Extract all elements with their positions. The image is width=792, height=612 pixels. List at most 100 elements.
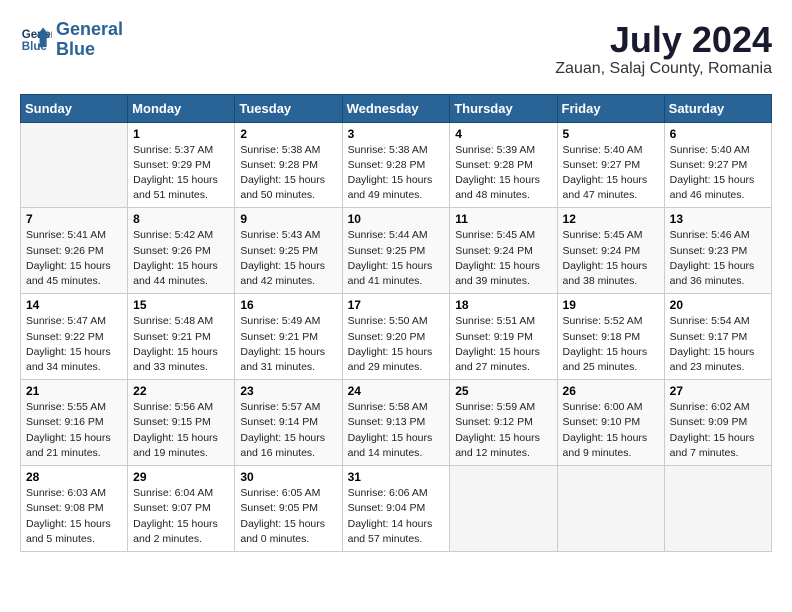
header-wednesday: Wednesday xyxy=(342,94,450,122)
day-info: Sunrise: 5:45 AMSunset: 9:24 PMDaylight:… xyxy=(455,228,551,289)
day-info: Sunrise: 5:57 AMSunset: 9:14 PMDaylight:… xyxy=(240,400,336,461)
calendar-cell: 22 Sunrise: 5:56 AMSunset: 9:15 PMDayligh… xyxy=(128,380,235,466)
day-info: Sunrise: 6:05 AMSunset: 9:05 PMDaylight:… xyxy=(240,486,336,547)
header-tuesday: Tuesday xyxy=(235,94,342,122)
calendar-week-3: 14Sunrise: 5:47 AMSunset: 9:22 PMDayligh… xyxy=(21,294,772,380)
calendar-cell: 16 Sunrise: 5:49 AMSunset: 9:21 PMDayligh… xyxy=(235,294,342,380)
calendar-cell xyxy=(664,466,771,552)
day-info: Sunrise: 5:38 AMSunset: 9:28 PMDaylight:… xyxy=(240,143,336,204)
month-title: July 2024 xyxy=(555,20,772,60)
day-number: 26 xyxy=(563,384,659,398)
day-info: Sunrise: 6:06 AMSunset: 9:04 PMDaylight:… xyxy=(348,486,445,547)
calendar-cell: 15 Sunrise: 5:48 AMSunset: 9:21 PMDayligh… xyxy=(128,294,235,380)
day-number: 27 xyxy=(670,384,766,398)
calendar-cell xyxy=(557,466,664,552)
day-number: 13 xyxy=(670,212,766,226)
calendar-cell: 9Sunrise: 5:43 AMSunset: 9:25 PMDaylight… xyxy=(235,208,342,294)
calendar-header-row: SundayMondayTuesdayWednesdayThursdayFrid… xyxy=(21,94,772,122)
calendar-cell: 5 Sunrise: 5:40 AMSunset: 9:27 PMDaylight… xyxy=(557,122,664,208)
day-info: Sunrise: 6:00 AMSunset: 9:10 PMDaylight:… xyxy=(563,400,659,461)
day-number: 6 xyxy=(670,127,766,141)
calendar-cell: 13 Sunrise: 5:46 AMSunset: 9:23 PMDayligh… xyxy=(664,208,771,294)
calendar-cell: 27 Sunrise: 6:02 AMSunset: 9:09 PMDayligh… xyxy=(664,380,771,466)
calendar-cell: 29Sunrise: 6:04 AMSunset: 9:07 PMDayligh… xyxy=(128,466,235,552)
header-thursday: Thursday xyxy=(450,94,557,122)
calendar-cell: 30 Sunrise: 6:05 AMSunset: 9:05 PMDayligh… xyxy=(235,466,342,552)
calendar-cell: 21 Sunrise: 5:55 AMSunset: 9:16 PMDayligh… xyxy=(21,380,128,466)
day-number: 16 xyxy=(240,298,336,312)
calendar-cell: 12 Sunrise: 5:45 AMSunset: 9:24 PMDayligh… xyxy=(557,208,664,294)
calendar-cell xyxy=(450,466,557,552)
day-number: 30 xyxy=(240,470,336,484)
calendar-cell: 23 Sunrise: 5:57 AMSunset: 9:14 PMDayligh… xyxy=(235,380,342,466)
day-number: 22 xyxy=(133,384,229,398)
day-info: Sunrise: 6:02 AMSunset: 9:09 PMDaylight:… xyxy=(670,400,766,461)
calendar-cell: 28 Sunrise: 6:03 AMSunset: 9:08 PMDayligh… xyxy=(21,466,128,552)
day-number: 8 xyxy=(133,212,229,226)
calendar-cell: 17 Sunrise: 5:50 AMSunset: 9:20 PMDayligh… xyxy=(342,294,450,380)
day-info: Sunrise: 5:48 AMSunset: 9:21 PMDaylight:… xyxy=(133,314,229,375)
calendar-cell: 19Sunrise: 5:52 AMSunset: 9:18 PMDayligh… xyxy=(557,294,664,380)
day-info: Sunrise: 5:46 AMSunset: 9:23 PMDaylight:… xyxy=(670,228,766,289)
page-header: General Blue General Blue July 2024 Zaua… xyxy=(20,20,772,78)
calendar-cell: 2 Sunrise: 5:38 AMSunset: 9:28 PMDaylight… xyxy=(235,122,342,208)
day-number: 17 xyxy=(348,298,445,312)
day-number: 15 xyxy=(133,298,229,312)
calendar-cell: 14Sunrise: 5:47 AMSunset: 9:22 PMDayligh… xyxy=(21,294,128,380)
calendar-cell: 7Sunrise: 5:41 AMSunset: 9:26 PMDaylight… xyxy=(21,208,128,294)
title-block: July 2024 Zauan, Salaj County, Romania xyxy=(555,20,772,78)
day-number: 21 xyxy=(26,384,122,398)
day-number: 23 xyxy=(240,384,336,398)
day-info: Sunrise: 5:47 AMSunset: 9:22 PMDaylight:… xyxy=(26,314,122,375)
header-friday: Friday xyxy=(557,94,664,122)
day-number: 3 xyxy=(348,127,445,141)
logo: General Blue General Blue xyxy=(20,20,123,60)
day-number: 28 xyxy=(26,470,122,484)
day-number: 4 xyxy=(455,127,551,141)
header-saturday: Saturday xyxy=(664,94,771,122)
logo-text-line1: General xyxy=(56,20,123,40)
day-info: Sunrise: 5:55 AMSunset: 9:16 PMDaylight:… xyxy=(26,400,122,461)
day-info: Sunrise: 5:56 AMSunset: 9:15 PMDaylight:… xyxy=(133,400,229,461)
day-number: 2 xyxy=(240,127,336,141)
day-info: Sunrise: 5:43 AMSunset: 9:25 PMDaylight:… xyxy=(240,228,336,289)
day-number: 5 xyxy=(563,127,659,141)
calendar-cell: 6 Sunrise: 5:40 AMSunset: 9:27 PMDaylight… xyxy=(664,122,771,208)
day-info: Sunrise: 5:52 AMSunset: 9:18 PMDaylight:… xyxy=(563,314,659,375)
day-number: 18 xyxy=(455,298,551,312)
day-info: Sunrise: 5:41 AMSunset: 9:26 PMDaylight:… xyxy=(26,228,122,289)
day-number: 25 xyxy=(455,384,551,398)
logo-icon: General Blue xyxy=(20,24,52,56)
day-info: Sunrise: 5:39 AMSunset: 9:28 PMDaylight:… xyxy=(455,143,551,204)
day-number: 12 xyxy=(563,212,659,226)
day-info: Sunrise: 5:49 AMSunset: 9:21 PMDaylight:… xyxy=(240,314,336,375)
day-number: 11 xyxy=(455,212,551,226)
logo-text-line2: Blue xyxy=(56,40,123,60)
day-info: Sunrise: 5:40 AMSunset: 9:27 PMDaylight:… xyxy=(670,143,766,204)
day-info: Sunrise: 6:04 AMSunset: 9:07 PMDaylight:… xyxy=(133,486,229,547)
day-info: Sunrise: 5:42 AMSunset: 9:26 PMDaylight:… xyxy=(133,228,229,289)
calendar-cell: 18 Sunrise: 5:51 AMSunset: 9:19 PMDayligh… xyxy=(450,294,557,380)
day-number: 20 xyxy=(670,298,766,312)
day-info: Sunrise: 5:45 AMSunset: 9:24 PMDaylight:… xyxy=(563,228,659,289)
calendar-week-4: 21 Sunrise: 5:55 AMSunset: 9:16 PMDayligh… xyxy=(21,380,772,466)
calendar-cell: 31 Sunrise: 6:06 AMSunset: 9:04 PMDayligh… xyxy=(342,466,450,552)
calendar-week-5: 28 Sunrise: 6:03 AMSunset: 9:08 PMDayligh… xyxy=(21,466,772,552)
location-title: Zauan, Salaj County, Romania xyxy=(555,60,772,78)
day-info: Sunrise: 5:54 AMSunset: 9:17 PMDaylight:… xyxy=(670,314,766,375)
calendar-cell: 24Sunrise: 5:58 AMSunset: 9:13 PMDayligh… xyxy=(342,380,450,466)
calendar-cell: 20 Sunrise: 5:54 AMSunset: 9:17 PMDayligh… xyxy=(664,294,771,380)
day-number: 10 xyxy=(348,212,445,226)
calendar-week-1: 1Sunrise: 5:37 AMSunset: 9:29 PMDaylight… xyxy=(21,122,772,208)
calendar-cell: 4 Sunrise: 5:39 AMSunset: 9:28 PMDaylight… xyxy=(450,122,557,208)
day-info: Sunrise: 5:50 AMSunset: 9:20 PMDaylight:… xyxy=(348,314,445,375)
day-info: Sunrise: 5:44 AMSunset: 9:25 PMDaylight:… xyxy=(348,228,445,289)
day-info: Sunrise: 5:51 AMSunset: 9:19 PMDaylight:… xyxy=(455,314,551,375)
day-number: 31 xyxy=(348,470,445,484)
day-info: Sunrise: 6:03 AMSunset: 9:08 PMDaylight:… xyxy=(26,486,122,547)
calendar-week-2: 7Sunrise: 5:41 AMSunset: 9:26 PMDaylight… xyxy=(21,208,772,294)
calendar-cell: 26 Sunrise: 6:00 AMSunset: 9:10 PMDayligh… xyxy=(557,380,664,466)
calendar-cell: 25Sunrise: 5:59 AMSunset: 9:12 PMDayligh… xyxy=(450,380,557,466)
day-info: Sunrise: 5:40 AMSunset: 9:27 PMDaylight:… xyxy=(563,143,659,204)
calendar-cell: 11 Sunrise: 5:45 AMSunset: 9:24 PMDayligh… xyxy=(450,208,557,294)
